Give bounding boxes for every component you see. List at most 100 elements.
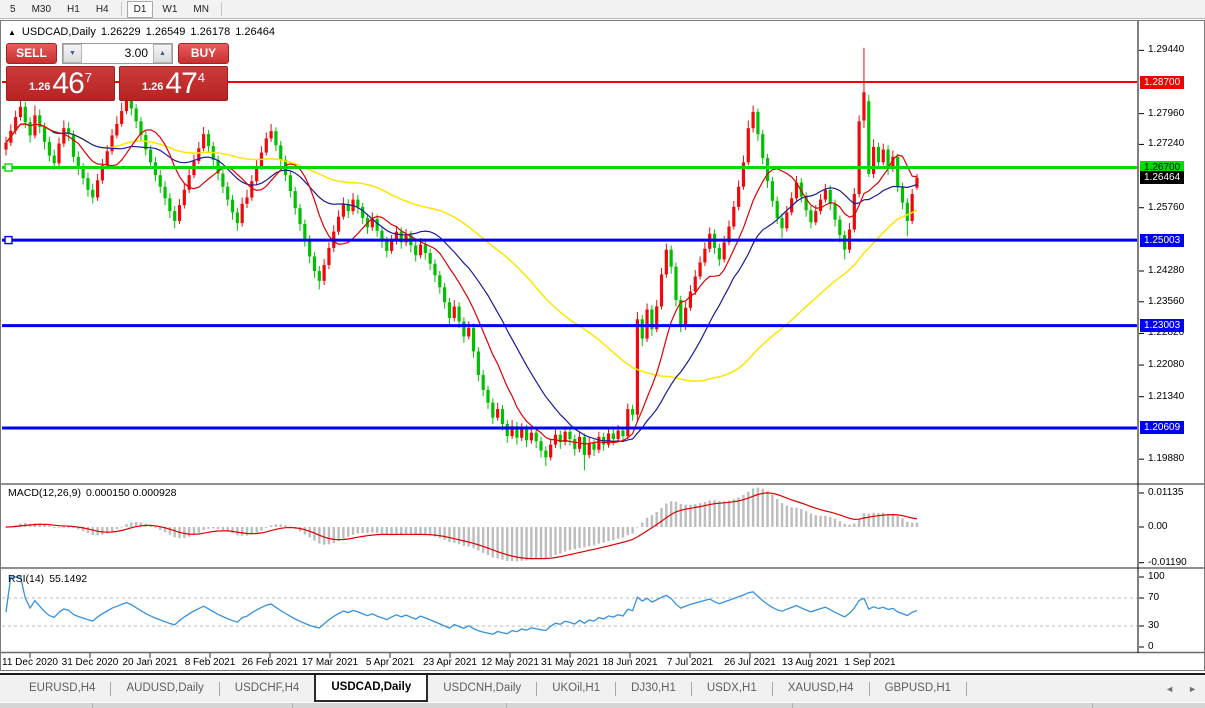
rsi-tick-label: 0 [1148, 641, 1154, 652]
macd-tick-label: 0.01135 [1148, 486, 1184, 498]
status-divider [92, 703, 93, 708]
timeframe-button-h1[interactable]: H1 [60, 1, 87, 18]
price-level-label: 1.25003 [1140, 233, 1185, 247]
ohlc-high: 1.26549 [145, 26, 186, 38]
price-line-handle [4, 235, 13, 245]
moving-average-lines [5, 123, 918, 445]
mt4-terminal: { "toolbar": { "items": [ {"label": "5",… [0, 0, 1205, 708]
price-tick-label: 1.29440 [1148, 44, 1185, 56]
buy-price-pip: 4 [197, 70, 206, 85]
rsi-value: 55.1492 [49, 573, 88, 585]
rsi-indicator-label: RSI(14) 55.1492 [8, 573, 87, 585]
tab-usdcnh-daily[interactable]: USDCNH,Daily [428, 675, 536, 702]
timeframe-button-5[interactable]: 5 [3, 1, 23, 18]
chart-symbol-period: USDCAD,Daily [21, 26, 96, 38]
tab-scroll-right-icon[interactable]: ► [1188, 684, 1197, 694]
sell-price-pip: 7 [84, 70, 93, 85]
date-tick-label: 8 Feb 2021 [184, 657, 236, 668]
date-tick-label: 23 Apr 2021 [423, 657, 477, 668]
macd-indicator-label: MACD(12,26,9) 0.000150 0.000928 [8, 487, 176, 499]
date-tick-label: 26 Jul 2021 [724, 657, 776, 668]
price-tick-label: 1.27240 [1148, 138, 1185, 150]
tab-dj30-h1[interactable]: DJ30,H1 [616, 675, 691, 702]
toolbar-separator [220, 2, 222, 16]
price-tick-label: 1.23560 [1148, 295, 1185, 307]
collapse-arrow-icon[interactable]: ▲ [8, 28, 16, 37]
timeframe-button-w1[interactable]: W1 [155, 1, 184, 18]
date-tick-label: 13 Aug 2021 [781, 657, 839, 668]
tab-usdx-h1[interactable]: USDX,H1 [692, 675, 772, 702]
price-tick-label: 1.22080 [1148, 359, 1185, 371]
buy-price-tile[interactable]: 1.26 47 4 [119, 66, 228, 101]
ma-line-55 [5, 123, 918, 382]
chart-canvas [0, 20, 1205, 671]
date-tick-label: 20 Jan 2021 [122, 657, 178, 668]
price-level-label: 1.28700 [1140, 75, 1185, 89]
timeframe-button-h4[interactable]: H4 [89, 1, 116, 18]
status-divider [1092, 703, 1093, 708]
timeframe-button-d1[interactable]: D1 [126, 0, 154, 18]
tab-eurusd-h4[interactable]: EURUSD,H4 [14, 675, 110, 702]
sell-button[interactable]: SELL [6, 42, 57, 64]
status-divider [792, 703, 793, 708]
current-price-label: 1.26464 [1140, 171, 1185, 185]
volume-increase-button[interactable]: ▲ [153, 43, 172, 63]
price-tick-label: 1.21340 [1148, 390, 1185, 402]
date-tick-label: 17 Mar 2021 [301, 657, 359, 668]
tab-scroll-left-icon[interactable]: ◄ [1165, 684, 1174, 694]
ohlc-low: 1.26178 [190, 26, 231, 38]
date-tick-label: 1 Sep 2021 [844, 657, 896, 668]
tab-usdchf-h4[interactable]: USDCHF,H4 [220, 675, 315, 702]
sell-price-prefix: 1.26 [28, 81, 51, 93]
macd-tick-label: 0.00 [1148, 521, 1168, 532]
macd-tick-label: -0.01190 [1148, 556, 1187, 568]
rsi-name: RSI(14) [8, 573, 45, 585]
date-tick-label: 5 Apr 2021 [365, 657, 415, 668]
status-divider [506, 703, 507, 708]
ohlc-open: 1.26229 [100, 26, 141, 38]
chart-window-border [0, 20, 1205, 671]
macd-signal-line [5, 492, 918, 560]
status-strip [0, 702, 1205, 708]
tab-separator [966, 681, 968, 696]
rsi-tick-label: 30 [1148, 620, 1160, 631]
ma-line-10 [5, 123, 918, 445]
sell-price-big: 46 [52, 67, 84, 100]
tab-scroll-arrows: ◄ ► [1165, 675, 1197, 702]
timeframe-button-mn[interactable]: MN [186, 1, 216, 18]
chart-ohlc-title: ▲ USDCAD,Daily 1.26229 1.26549 1.26178 1.2646… [8, 26, 275, 38]
chart-window[interactable]: ▲ USDCAD,Daily 1.26229 1.26549 1.26178 1.2646… [0, 20, 1205, 672]
tab-xauusd-h4[interactable]: XAUUSD,H4 [773, 675, 869, 702]
price-tick-label: 1.25760 [1148, 201, 1185, 213]
price-line-handle [4, 163, 13, 172]
chart-tabs-bar: EURUSD,H4 AUDUSD,Daily USDCHF,H4 USDCAD,Dai… [0, 673, 1205, 702]
status-divider [292, 703, 293, 708]
date-tick-label: 26 Feb 2021 [241, 657, 299, 668]
tab-usdcad-daily[interactable]: USDCAD,Daily [314, 675, 429, 702]
volume-input[interactable]: 3.00 [82, 43, 153, 63]
tab-ukoil-h1[interactable]: UKOil,H1 [537, 675, 615, 702]
ohlc-close: 1.26464 [235, 26, 275, 38]
volume-decrease-button[interactable]: ▼ [63, 43, 82, 63]
buy-button[interactable]: BUY [178, 42, 229, 64]
macd-name: MACD(12,26,9) [8, 487, 81, 499]
price-tick-label: 1.24280 [1148, 264, 1185, 276]
date-tick-label: 12 May 2021 [481, 657, 539, 668]
tab-gbpusd-h1[interactable]: GBPUSD,H1 [870, 675, 966, 702]
tab-audusd-daily[interactable]: AUDUSD,Daily [111, 675, 218, 702]
buy-price-prefix: 1.26 [141, 81, 164, 93]
date-tick-label: 31 Dec 2020 [61, 657, 119, 668]
timeframe-toolbar: 5 M30 H1 H4 D1 W1 MN [0, 0, 1205, 19]
toolbar-separator [120, 2, 122, 16]
date-tick-label: 11 Dec 2020 [2, 657, 58, 668]
candlesticks [4, 47, 919, 471]
one-click-trading-panel: SELL ▼ 3.00 ▲ BUY 1.26 46 7 1.26 47 4 [6, 42, 229, 101]
timeframe-button-m30[interactable]: M30 [25, 1, 58, 18]
buy-price-big: 47 [165, 67, 197, 100]
macd-values: 0.000150 0.000928 [85, 487, 177, 499]
sell-price-tile[interactable]: 1.26 46 7 [6, 66, 115, 101]
price-tick-label: 1.19880 [1148, 453, 1185, 465]
rsi-line [5, 576, 918, 635]
date-tick-label: 31 May 2021 [541, 657, 599, 668]
price-level-label: 1.23003 [1140, 319, 1185, 333]
